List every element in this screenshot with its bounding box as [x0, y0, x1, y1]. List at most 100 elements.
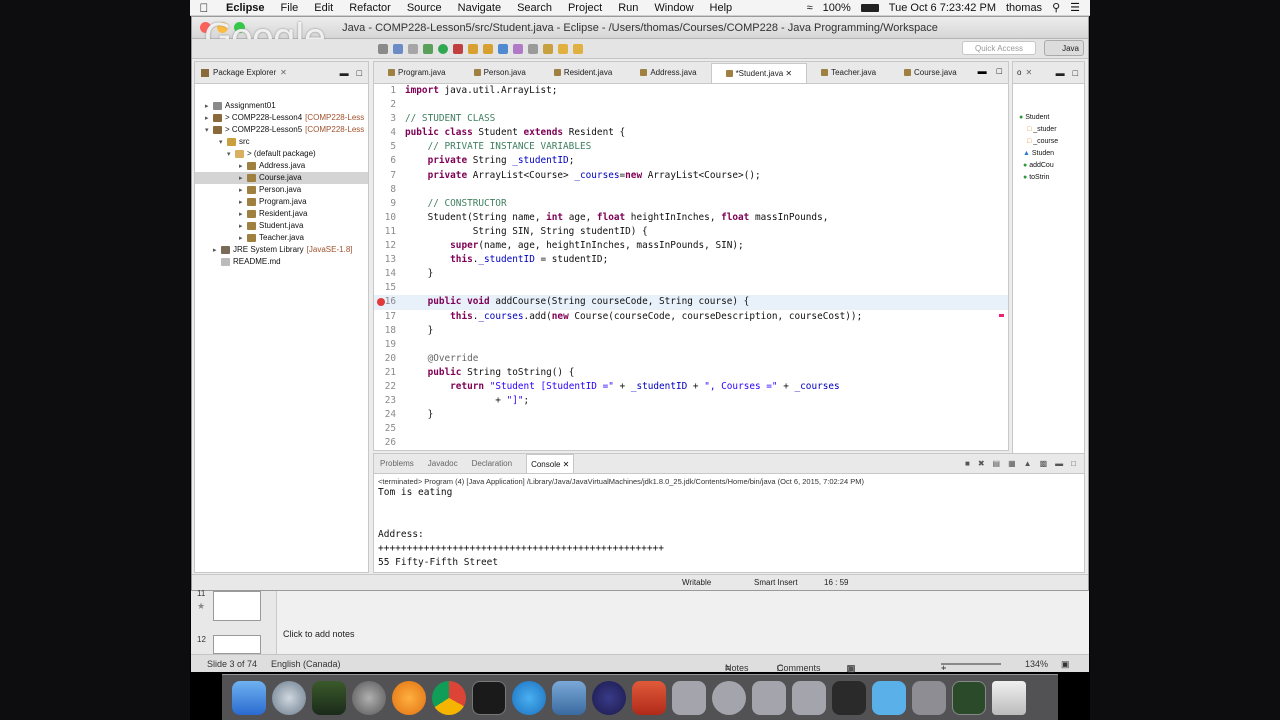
tab-person-java[interactable]: Person.java	[460, 63, 540, 83]
display-console-icon[interactable]: ▩	[1040, 459, 1048, 468]
run-icon[interactable]	[438, 43, 448, 54]
slideshow-icon[interactable]: ▷	[847, 663, 854, 674]
tab-declaration[interactable]: Declaration	[472, 459, 512, 468]
tab-resident-java[interactable]: Resident.java	[540, 63, 626, 83]
code-area[interactable]: 1 import java.util.ArrayList; 2 3// STUDE…	[374, 84, 1008, 464]
menu-project[interactable]: Project	[560, 2, 610, 14]
maximize-icon[interactable]: □	[1073, 68, 1078, 78]
system-preferences-icon[interactable]	[352, 680, 386, 715]
battery-icon[interactable]	[860, 3, 879, 12]
debug-icon[interactable]	[423, 43, 433, 54]
preview-icon[interactable]	[552, 680, 586, 715]
new-class-icon[interactable]	[498, 43, 508, 54]
finder-icon[interactable]	[232, 680, 266, 715]
tab-address-java[interactable]: Address.java	[626, 63, 710, 83]
minimize-icon[interactable]: ▬	[1056, 68, 1065, 78]
tree-item[interactable]: ▸ > COMP228-Lesson4 [COMP228-Less	[195, 112, 368, 124]
external-tools-icon[interactable]	[453, 43, 463, 54]
downloads-folder-icon[interactable]	[872, 680, 906, 715]
slide-thumbnail[interactable]	[213, 635, 261, 654]
tree-item[interactable]: ▸ Student.java	[195, 220, 368, 232]
documents-stack-icon[interactable]	[912, 680, 946, 715]
close-tab-icon[interactable]: ✕	[785, 69, 792, 78]
console-output[interactable]: Tom is eating Address: +++++++++++++++++…	[374, 486, 1084, 570]
trash-icon[interactable]	[992, 680, 1026, 715]
launchpad-icon[interactable]	[272, 680, 306, 715]
close-icon[interactable]: ✕	[280, 68, 287, 77]
quick-access-input[interactable]: Quick Access	[962, 41, 1036, 55]
spotlight-icon[interactable]: ⚲	[1052, 1, 1060, 14]
folder-stack-icon[interactable]	[832, 680, 866, 715]
tab-course-java[interactable]: Course.java	[890, 63, 971, 83]
tree-item[interactable]: README.md	[195, 256, 368, 268]
fit-window-icon[interactable]: ▣	[1061, 659, 1070, 670]
package-explorer-tab[interactable]: Package Explorer ✕ ▬ □	[195, 62, 368, 84]
clock[interactable]: Tue Oct 6 7:23:42 PM	[889, 2, 996, 14]
menu-window[interactable]: Window	[646, 2, 701, 14]
annotation-icon[interactable]	[543, 43, 553, 54]
tab-problems[interactable]: Problems	[380, 459, 414, 468]
tab-javadoc[interactable]: Javadoc	[428, 459, 458, 468]
tree-item[interactable]: ▾ > (default package)	[195, 148, 368, 160]
outline-item[interactable]: ● toStrin	[1013, 172, 1084, 184]
notification-center-icon[interactable]: ☰	[1070, 1, 1080, 14]
user-name[interactable]: thomas	[1006, 2, 1042, 14]
menu-help[interactable]: Help	[702, 2, 741, 14]
overview-ruler-warning[interactable]	[999, 314, 1004, 317]
maximize-icon[interactable]: □	[1071, 459, 1076, 468]
app-store-icon[interactable]	[672, 680, 706, 715]
remove-launch-icon[interactable]: ✖	[978, 459, 985, 468]
tab-console[interactable]: Console ✕	[526, 454, 575, 473]
clear-console-icon[interactable]: ▤	[993, 459, 1001, 468]
save-icon[interactable]	[393, 43, 403, 54]
maximize-icon[interactable]: □	[997, 66, 1002, 76]
ibooks-icon[interactable]	[392, 680, 426, 715]
menu-edit[interactable]: Edit	[306, 2, 341, 14]
outline-item[interactable]: □ _studer	[1013, 124, 1084, 136]
menu-search[interactable]: Search	[509, 2, 560, 14]
tree-item[interactable]: ▸ Program.java	[195, 196, 368, 208]
outline-tab[interactable]: o ✕ ▬ □	[1013, 62, 1084, 84]
outline-item[interactable]: □ _course	[1013, 136, 1084, 148]
minimize-icon[interactable]: ▬	[978, 66, 987, 76]
zoom-track[interactable]	[941, 663, 1001, 665]
xcode-tools-icon[interactable]	[792, 680, 826, 715]
menu-file[interactable]: File	[273, 2, 307, 14]
scroll-lock-icon[interactable]: ▦	[1008, 459, 1016, 468]
new-java-project-icon[interactable]	[468, 43, 478, 54]
wifi-icon[interactable]: ≈	[807, 2, 813, 14]
open-type-icon[interactable]	[513, 43, 523, 54]
screen-recorder-icon[interactable]	[952, 680, 986, 715]
powerpoint-icon[interactable]	[632, 680, 666, 715]
menu-navigate[interactable]: Navigate	[450, 2, 509, 14]
photo-icon[interactable]	[712, 680, 746, 715]
tree-item[interactable]: ▸ Teacher.java	[195, 232, 368, 244]
zoom-in-icon[interactable]: +	[941, 663, 946, 673]
menu-refactor[interactable]: Refactor	[341, 2, 399, 14]
tab-teacher-java[interactable]: Teacher.java	[807, 63, 890, 83]
outline-item[interactable]: ● addCou	[1013, 160, 1084, 172]
java-perspective-button[interactable]: Java	[1044, 40, 1084, 56]
eclipse-icon[interactable]	[592, 680, 626, 715]
forward-icon[interactable]	[573, 43, 583, 54]
close-icon[interactable]: ✕	[563, 460, 570, 469]
tree-item[interactable]: ▸ Assignment01	[195, 100, 368, 112]
terminal-icon[interactable]	[472, 680, 506, 715]
tree-item[interactable]: ▸ Course.java	[195, 172, 368, 184]
tab-student-java[interactable]: *Student.java ✕	[710, 63, 808, 83]
camera-icon[interactable]	[752, 680, 786, 715]
menu-app-eclipse[interactable]: Eclipse	[218, 2, 273, 14]
mission-control-icon[interactable]	[312, 680, 346, 715]
apple-icon[interactable]: 	[190, 1, 218, 15]
tree-item[interactable]: ▸ Person.java	[195, 184, 368, 196]
pin-console-icon[interactable]: ▲	[1024, 459, 1032, 468]
search-toolbar-icon[interactable]	[528, 43, 538, 54]
tree-item[interactable]: ▾ > COMP228-Lesson5 [COMP228-Less	[195, 124, 368, 136]
tree-item[interactable]: ▸ JRE System Library [JavaSE-1.8]	[195, 244, 368, 256]
new-package-icon[interactable]	[483, 43, 493, 54]
print-icon[interactable]	[408, 43, 418, 54]
notes-placeholder[interactable]: Click to add notes	[283, 629, 355, 639]
outline-item[interactable]: ▲ Studen	[1013, 148, 1084, 160]
new-icon[interactable]	[378, 43, 388, 54]
outline-item[interactable]: ● Student	[1013, 112, 1084, 124]
